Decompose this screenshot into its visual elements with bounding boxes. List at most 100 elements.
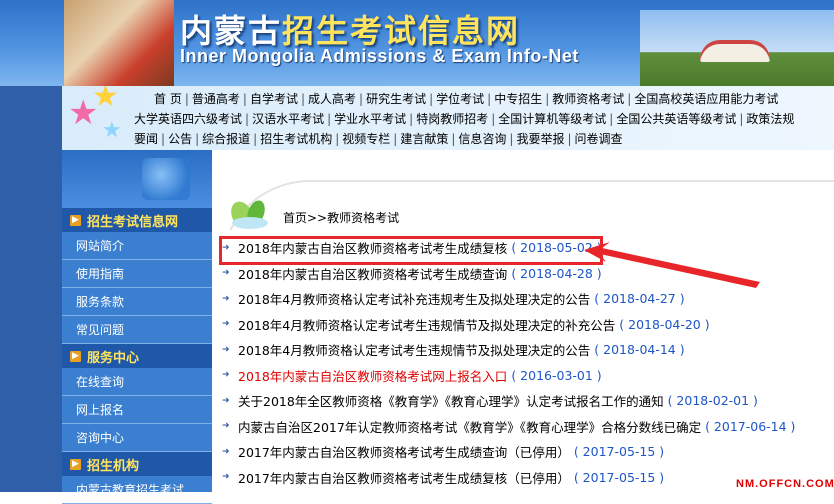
nav-separator: |: [545, 92, 550, 106]
star-icon: ★: [68, 93, 99, 133]
nav-link[interactable]: 招生考试机构: [260, 129, 332, 149]
article-list-item: ➜ 内蒙古自治区2017年认定教师资格考试《教育学》《教育心理学》合格分数线已确定…: [222, 414, 822, 440]
breadcrumb: 首页>>教师资格考试: [283, 211, 400, 225]
nav-link[interactable]: 特岗教师招考: [416, 109, 488, 129]
sidebar-item[interactable]: 咨询中心: [62, 424, 212, 452]
left-sidebar: ▶ 招生考试信息网 网站简介 使用指南 服务条款 常见问题 ▶ 服务中心 在线查询 网上报名 咨询中…: [62, 208, 212, 504]
nav-separator: |: [451, 132, 456, 146]
sidebar-header-image: [62, 150, 212, 208]
nav-separator: |: [487, 92, 492, 106]
nav-separator: |: [327, 112, 332, 126]
article-link[interactable]: 2018年内蒙古自治区教师资格考试考生成绩查询: [238, 264, 507, 283]
article-date: ( 2017-06-14 ): [705, 418, 796, 434]
sidebar-item[interactable]: 网站简介: [62, 232, 212, 260]
nav-link[interactable]: 自学考试: [250, 89, 298, 109]
nav-link[interactable]: 研究生考试: [366, 89, 426, 109]
article-link[interactable]: 2017年内蒙古自治区教师资格考试考生成绩复核（已停用）: [238, 468, 570, 487]
nav-separator: |: [409, 112, 414, 126]
nav-separator: |: [245, 112, 250, 126]
nav-separator: |: [739, 112, 744, 126]
nav-link[interactable]: 教师资格考试: [552, 89, 624, 109]
sidebar-section-title: 招生机构: [87, 458, 140, 474]
article-list-item: ➜ 关于2018年全区教师资格《教育学》《教育心理学》认定考试报名工作的通知( 2…: [222, 388, 822, 414]
nav-link[interactable]: 全国高校英语应用能力考试: [634, 89, 778, 109]
nav-decoration: ★ ★ ★: [62, 86, 132, 150]
nav-link[interactable]: 信息咨询: [458, 129, 506, 149]
sidebar-section-header: ▶ 招生机构: [62, 452, 212, 476]
sidebar-section-title: 招生考试信息网: [87, 214, 179, 230]
nav-separator: |: [195, 132, 200, 146]
nav-link[interactable]: 要闻: [134, 129, 158, 149]
sidebar-item[interactable]: 内蒙古教育招生考试: [62, 476, 212, 504]
nav-link[interactable]: 全国计算机等级考试: [498, 109, 606, 129]
nav-link[interactable]: 首 页: [154, 89, 182, 109]
article-link[interactable]: 内蒙古自治区2017年认定教师资格考试《教育学》《教育心理学》合格分数线已确定: [238, 417, 701, 436]
nav-row-2: 大学英语四六级考试 | 汉语水平考试 | 学业水平考试 | 特岗教师招考 | 全国计算机等级考试…: [134, 109, 834, 129]
header-banner: 内蒙古招生考试信息网 Inner Mongolia Admissions & E…: [0, 0, 834, 86]
leaf-icon: [231, 200, 268, 229]
nav-separator: |: [253, 132, 258, 146]
bullet-arrow-icon: ➜: [222, 446, 230, 457]
sidebar-item[interactable]: 常见问题: [62, 316, 212, 344]
nav-link[interactable]: 问卷调查: [575, 129, 623, 149]
nav-link[interactable]: 政策法规: [746, 109, 794, 129]
nav-separator: |: [491, 112, 496, 126]
article-date: ( 2016-03-01 ): [511, 367, 602, 383]
nav-link[interactable]: 成人高考: [308, 89, 356, 109]
nav-link[interactable]: 我要举报: [516, 129, 564, 149]
article-list-item: ➜ 2018年4月教师资格认定考试考生违规情节及拟处理决定的补充公告( 2018-…: [222, 312, 822, 338]
nav-link[interactable]: 视频专栏: [342, 129, 390, 149]
nav-separator: |: [609, 112, 614, 126]
bullet-arrow-icon: ➜: [222, 319, 230, 330]
nav-link[interactable]: 学业水平考试: [334, 109, 406, 129]
nav-link[interactable]: 大学英语四六级考试: [134, 109, 242, 129]
sidebar-section-header: ▶ 服务中心: [62, 344, 212, 368]
nav-separator: |: [567, 132, 572, 146]
bullet-arrow-icon: ➜: [222, 268, 230, 279]
watermark-text: NM.OFFCN.COM: [736, 478, 834, 490]
sidebar-item[interactable]: 使用指南: [62, 260, 212, 288]
article-link[interactable]: 关于2018年全区教师资格《教育学》《教育心理学》认定考试报名工作的通知: [238, 391, 664, 410]
article-date: ( 2018-04-14 ): [594, 342, 685, 358]
nav-link[interactable]: 全国公共英语等级考试: [616, 109, 736, 129]
sidebar-item[interactable]: 在线查询: [62, 368, 212, 396]
article-date: ( 2018-04-27 ): [594, 291, 685, 307]
nav-separator: |: [242, 92, 247, 106]
arrow-right-icon: ▶: [70, 458, 81, 470]
nav-link[interactable]: 普通高考: [192, 89, 240, 109]
article-link[interactable]: 2018年4月教师资格认定考试补充违规考生及拟处理决定的公告: [238, 289, 590, 308]
article-link[interactable]: 2018年4月教师资格认定考试考生违规情节及拟处理决定的补充公告: [238, 315, 615, 334]
highlight-box: [219, 236, 603, 265]
sidebar-item[interactable]: 网上报名: [62, 396, 212, 424]
nav-link[interactable]: 综合报道: [202, 129, 250, 149]
bullet-arrow-icon: ➜: [222, 395, 230, 406]
article-list-item: ➜ 2017年内蒙古自治区教师资格考试考生成绩复核（已停用）( 2017-05-1…: [222, 465, 822, 491]
article-link[interactable]: 2018年4月教师资格认定考试考生违规情节及拟处理决定的公告: [238, 340, 590, 359]
computer-globe-icon: [142, 158, 190, 200]
nav-separator: |: [627, 92, 632, 106]
article-link[interactable]: 2017年内蒙古自治区教师资格考试考生成绩查询（已停用）: [238, 442, 570, 461]
article-date: ( 2018-04-20 ): [619, 316, 710, 332]
banner-yurt-image: [640, 10, 834, 86]
site-subtitle: Inner Mongolia Admissions & Exam Info-Ne…: [180, 46, 579, 66]
sidebar-section-header: ▶ 招生考试信息网: [62, 208, 212, 232]
arrow-right-icon: ▶: [70, 350, 81, 362]
bullet-arrow-icon: ➜: [222, 472, 230, 483]
nav-link[interactable]: 中专招生: [494, 89, 542, 109]
article-link[interactable]: 2018年内蒙古自治区教师资格考试网上报名入口: [238, 366, 507, 385]
nav-separator: |: [509, 132, 514, 146]
nav-separator: |: [359, 92, 364, 106]
bullet-arrow-icon: ➜: [222, 293, 230, 304]
nav-separator: |: [161, 132, 166, 146]
bullet-arrow-icon: ➜: [222, 370, 230, 381]
nav-link[interactable]: 公告: [168, 129, 192, 149]
nav-link[interactable]: 建言献策: [400, 129, 448, 149]
nav-separator: |: [429, 92, 434, 106]
nav-link[interactable]: 汉语水平考试: [252, 109, 324, 129]
banner-photo: [64, 0, 174, 86]
star-icon: ★: [102, 118, 122, 143]
arrow-annotation: [584, 242, 760, 288]
nav-link[interactable]: 学位考试: [436, 89, 484, 109]
article-date: ( 2018-02-01 ): [667, 393, 758, 409]
sidebar-item[interactable]: 服务条款: [62, 288, 212, 316]
